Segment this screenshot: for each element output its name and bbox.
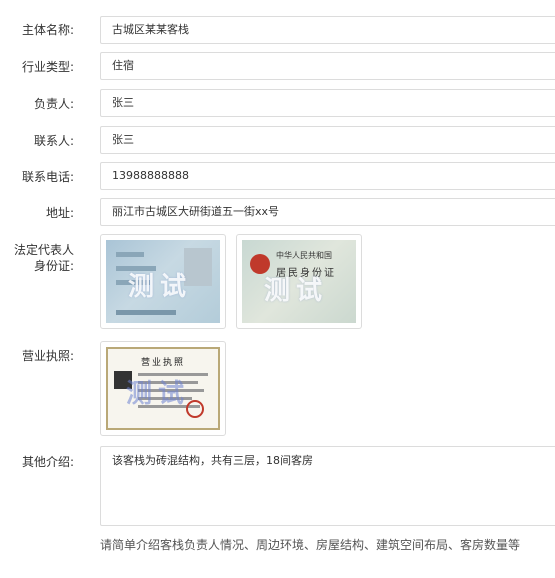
industry-type-field[interactable]: 住宿 bbox=[100, 52, 555, 80]
id-back-title: 中华人民共和国 bbox=[276, 251, 332, 260]
other-intro-hint: 请简单介绍客栈负责人情况、周边环境、房屋结构、建筑空间布局、客房数量等 bbox=[100, 538, 521, 552]
other-intro-textarea[interactable]: 该客栈为砖混结构，共有三层，18间客房 bbox=[100, 446, 555, 526]
id-card-label-line1: 法定代表人 bbox=[13, 243, 74, 257]
contact-phone-label: 联系电话: bbox=[21, 170, 74, 184]
address-field[interactable]: 丽江市古城区大研街道五一街xx号 bbox=[100, 198, 555, 226]
id-card-back-thumbnail[interactable]: 中华人民共和国 居民身份证 测试 bbox=[236, 234, 362, 329]
person-in-charge-label: 负责人: bbox=[33, 97, 74, 111]
business-license-image: 营业执照 测试 bbox=[106, 347, 220, 430]
id-back-watermark: 测试 bbox=[264, 276, 329, 306]
id-card-label-line2: 身份证: bbox=[33, 259, 74, 273]
contact-phone-field[interactable]: 13988888888 bbox=[100, 162, 555, 190]
license-watermark: 测试 bbox=[126, 379, 191, 409]
id-card-front-thumbnail[interactable]: 测试 bbox=[100, 234, 226, 329]
business-license-title: 营业执照 bbox=[140, 358, 185, 368]
entity-name-label: 主体名称: bbox=[21, 23, 74, 37]
business-license-thumbnail[interactable]: 营业执照 测试 bbox=[100, 341, 226, 436]
id-card-front-image: 测试 bbox=[106, 240, 220, 323]
other-intro-label: 其他介绍: bbox=[21, 455, 74, 469]
id-front-watermark: 测试 bbox=[128, 272, 193, 302]
id-card-back-image: 中华人民共和国 居民身份证 测试 bbox=[242, 240, 356, 323]
business-license-label: 营业执照: bbox=[21, 349, 74, 363]
industry-type-label: 行业类型: bbox=[21, 60, 74, 74]
contact-person-field[interactable]: 张三 bbox=[100, 126, 555, 154]
address-label: 地址: bbox=[45, 206, 74, 220]
entity-name-field[interactable]: 古城区某某客栈 bbox=[100, 16, 555, 44]
person-in-charge-field[interactable]: 张三 bbox=[100, 89, 555, 117]
contact-person-label: 联系人: bbox=[33, 134, 74, 148]
